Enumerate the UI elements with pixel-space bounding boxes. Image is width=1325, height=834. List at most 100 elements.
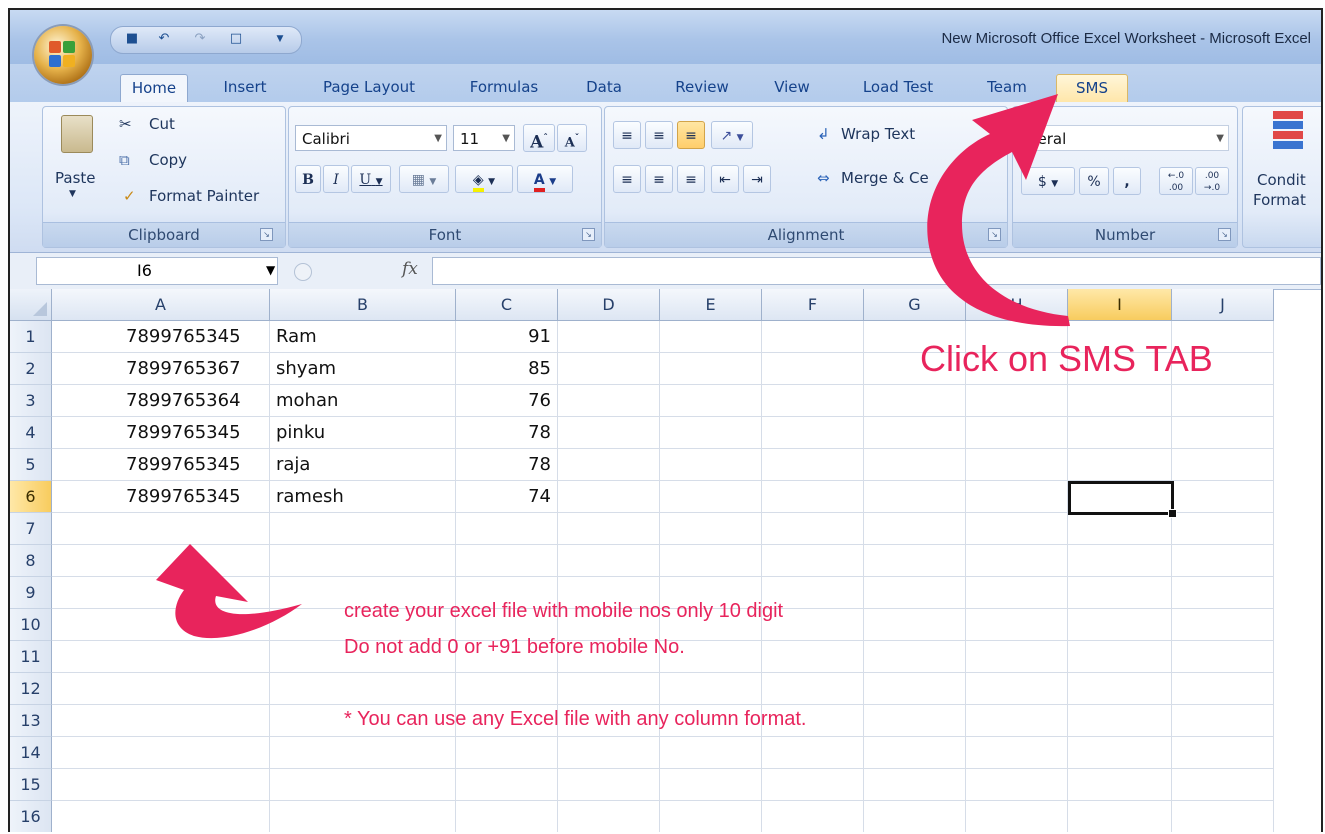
cell-c14[interactable] — [456, 737, 558, 769]
cell-i5[interactable] — [1068, 449, 1172, 481]
row-header-5[interactable]: 5 — [10, 449, 52, 481]
cell-h3[interactable] — [966, 385, 1068, 417]
tab-home[interactable]: Home — [120, 74, 188, 103]
cell-a10[interactable] — [52, 609, 270, 641]
align-top-button[interactable]: ≡ — [613, 121, 641, 149]
cell-f6[interactable] — [762, 481, 864, 513]
comma-button[interactable]: , — [1113, 167, 1141, 195]
row-header-8[interactable]: 8 — [10, 545, 52, 577]
column-header-a[interactable]: A — [52, 289, 270, 321]
cell-b12[interactable] — [270, 673, 456, 705]
cell-i7[interactable] — [1068, 513, 1172, 545]
cell-g12[interactable] — [864, 673, 966, 705]
cell-j4[interactable] — [1172, 417, 1274, 449]
conditional-formatting-label[interactable]: Condit — [1257, 171, 1306, 189]
cell-c3[interactable]: 76 — [456, 385, 558, 417]
cell-d12[interactable] — [558, 673, 660, 705]
cell-d1[interactable] — [558, 321, 660, 353]
name-box-dropdown-icon[interactable]: ▼ — [266, 263, 275, 277]
fill-color-button[interactable]: ◈ ▼ — [455, 165, 513, 193]
cell-e12[interactable] — [660, 673, 762, 705]
insert-function-icon[interactable]: fx — [402, 259, 418, 279]
column-header-d[interactable]: D — [558, 289, 660, 321]
tab-team[interactable]: Team — [978, 74, 1036, 102]
cell-i15[interactable] — [1068, 769, 1172, 801]
redo-icon[interactable]: ↷ — [191, 31, 209, 47]
column-header-g[interactable]: G — [864, 289, 966, 321]
dialog-launcher-icon[interactable]: ↘ — [260, 228, 273, 241]
orientation-button[interactable]: ↗ ▼ — [711, 121, 753, 149]
font-size-combo[interactable]: 11 ▼ — [453, 125, 515, 151]
cell-g9[interactable] — [864, 577, 966, 609]
number-format-combo[interactable]: neral ▼ — [1021, 125, 1229, 151]
cell-e7[interactable] — [660, 513, 762, 545]
cell-g16[interactable] — [864, 801, 966, 832]
cell-a1[interactable]: 7899765345 — [52, 321, 270, 353]
cell-g10[interactable] — [864, 609, 966, 641]
column-header-i[interactable]: I — [1068, 289, 1172, 321]
cell-b7[interactable] — [270, 513, 456, 545]
row-header-4[interactable]: 4 — [10, 417, 52, 449]
cancel-icon[interactable] — [294, 263, 312, 281]
decrease-indent-button[interactable]: ⇤ — [711, 165, 739, 193]
cell-a16[interactable] — [52, 801, 270, 832]
cell-c16[interactable] — [456, 801, 558, 832]
cell-c15[interactable] — [456, 769, 558, 801]
cell-j15[interactable] — [1172, 769, 1274, 801]
undo-icon[interactable]: ↶ — [155, 31, 173, 47]
cell-c5[interactable]: 78 — [456, 449, 558, 481]
cell-j14[interactable] — [1172, 737, 1274, 769]
row-header-16[interactable]: 16 — [10, 801, 52, 832]
row-header-10[interactable]: 10 — [10, 609, 52, 641]
cell-g7[interactable] — [864, 513, 966, 545]
dialog-launcher-icon[interactable]: ↘ — [582, 228, 595, 241]
cell-a15[interactable] — [52, 769, 270, 801]
align-right-button[interactable]: ≡ — [677, 165, 705, 193]
cell-a8[interactable] — [52, 545, 270, 577]
cell-b3[interactable]: mohan — [270, 385, 456, 417]
cell-g13[interactable] — [864, 705, 966, 737]
cell-h13[interactable] — [966, 705, 1068, 737]
cell-d4[interactable] — [558, 417, 660, 449]
cell-f8[interactable] — [762, 545, 864, 577]
font-color-button[interactable]: A ▼ — [517, 165, 573, 193]
cell-i10[interactable] — [1068, 609, 1172, 641]
cell-j9[interactable] — [1172, 577, 1274, 609]
cell-b14[interactable] — [270, 737, 456, 769]
cell-d5[interactable] — [558, 449, 660, 481]
cell-c4[interactable]: 78 — [456, 417, 558, 449]
cell-i9[interactable] — [1068, 577, 1172, 609]
paste-button[interactable]: Paste ▼ — [51, 113, 107, 209]
cell-h14[interactable] — [966, 737, 1068, 769]
row-header-15[interactable]: 15 — [10, 769, 52, 801]
row-header-6[interactable]: 6 — [10, 481, 52, 513]
decrease-decimal-button[interactable]: .00 →.0 — [1195, 167, 1229, 195]
cell-h11[interactable] — [966, 641, 1068, 673]
cell-h15[interactable] — [966, 769, 1068, 801]
cell-a9[interactable] — [52, 577, 270, 609]
name-box[interactable]: I6 — [36, 257, 278, 285]
increase-decimal-button[interactable]: ←.0 .00 — [1159, 167, 1193, 195]
cell-g11[interactable] — [864, 641, 966, 673]
cell-e14[interactable] — [660, 737, 762, 769]
cell-c12[interactable] — [456, 673, 558, 705]
cell-e15[interactable] — [660, 769, 762, 801]
cell-a14[interactable] — [52, 737, 270, 769]
cell-g6[interactable] — [864, 481, 966, 513]
cell-j7[interactable] — [1172, 513, 1274, 545]
cell-h16[interactable] — [966, 801, 1068, 832]
cell-c8[interactable] — [456, 545, 558, 577]
cell-j8[interactable] — [1172, 545, 1274, 577]
cell-f7[interactable] — [762, 513, 864, 545]
cell-a4[interactable]: 7899765345 — [52, 417, 270, 449]
column-header-j[interactable]: J — [1172, 289, 1274, 321]
font-name-combo[interactable]: Calibri ▼ — [295, 125, 447, 151]
cell-i13[interactable] — [1068, 705, 1172, 737]
cell-b1[interactable]: Ram — [270, 321, 456, 353]
cell-c7[interactable] — [456, 513, 558, 545]
cell-f4[interactable] — [762, 417, 864, 449]
cell-b4[interactable]: pinku — [270, 417, 456, 449]
cell-d8[interactable] — [558, 545, 660, 577]
tab-load-test[interactable]: Load Test — [850, 74, 946, 102]
save-icon[interactable]: ■ — [123, 31, 141, 47]
